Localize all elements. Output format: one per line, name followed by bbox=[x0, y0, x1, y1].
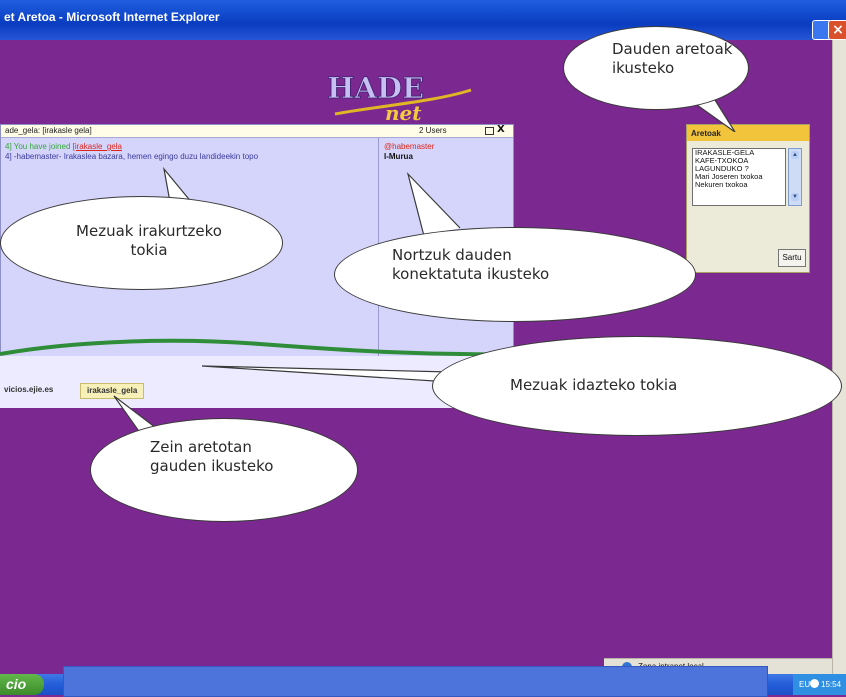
callout-text: Mezuak irakurtzeko tokia bbox=[64, 222, 234, 260]
callout-text: Zein aretotan gauden ikusteko bbox=[150, 438, 273, 476]
chat-close-icon[interactable]: X bbox=[497, 124, 505, 135]
chat-message: 4] -habemaster- Irakaslea bazara, hemen … bbox=[5, 152, 259, 161]
callout-line: Nortzuk dauden bbox=[392, 246, 512, 264]
system-tray: EU 15:54 bbox=[793, 674, 846, 695]
callout-line: ikusteko bbox=[612, 59, 675, 77]
callout-line: Zein aretotan bbox=[150, 438, 252, 456]
callout-line: konektatuta ikusteko bbox=[392, 265, 550, 283]
minimize-icon[interactable] bbox=[485, 127, 494, 135]
start-button[interactable]: cio bbox=[0, 674, 44, 695]
enter-room-button[interactable]: Sartu bbox=[778, 249, 806, 267]
hade-net-logo: HADE net bbox=[327, 71, 472, 125]
window-title: et Aretoa - Microsoft Internet Explorer bbox=[4, 10, 220, 24]
language-indicator[interactable]: EU bbox=[799, 680, 810, 689]
callout-text: Nortzuk dauden konektatuta ikusteko bbox=[392, 246, 549, 284]
chat-title: ade_gela: [irakasle gela] bbox=[5, 126, 92, 135]
callout-line: Dauden aretoak bbox=[612, 40, 733, 58]
callout-text: Mezuak idazteko tokia bbox=[510, 376, 677, 395]
message-text: 4] You have joined bbox=[5, 142, 73, 151]
logo-hade-text: HADE bbox=[327, 71, 424, 105]
clock[interactable]: 15:54 bbox=[821, 680, 841, 689]
rooms-scrollbar[interactable]: ▲ ▼ bbox=[788, 148, 802, 206]
volume-icon[interactable] bbox=[810, 679, 819, 688]
callout-line: Mezuak irakurtzeko bbox=[76, 222, 222, 240]
user-list-item[interactable]: @habemaster bbox=[384, 142, 434, 151]
chat-header: ade_gela: [irakasle gela] 2 Users X bbox=[1, 124, 513, 138]
callout-text: Dauden aretoak ikusteko bbox=[612, 40, 732, 78]
tab-server[interactable]: vicios.ejie.es bbox=[4, 385, 53, 401]
callout-line: gauden ikusteko bbox=[150, 457, 274, 475]
start-label: cio bbox=[6, 676, 27, 692]
rooms-listbox[interactable]: IRAKASLE-GELA KAFE-TXOKOA LAGUNDUKO ? Ma… bbox=[692, 148, 786, 206]
user-list-item[interactable]: I-Murua bbox=[384, 152, 413, 161]
callout-line: Mezuak idazteko tokia bbox=[510, 376, 678, 394]
taskbar-window-item[interactable] bbox=[63, 666, 768, 697]
close-button[interactable]: × bbox=[828, 20, 846, 40]
logo-net-text: net bbox=[385, 101, 422, 125]
taskbar: cio EU 15:54 bbox=[0, 666, 846, 697]
room-link[interactable]: [irakasle_gela bbox=[73, 142, 122, 151]
users-count: 2 Users bbox=[419, 126, 447, 135]
chat-message: 4] You have joined [irakasle_gela bbox=[5, 142, 122, 151]
callout-line: tokia bbox=[130, 241, 168, 259]
scroll-down-icon[interactable]: ▼ bbox=[791, 193, 799, 201]
callout-tail bbox=[201, 365, 451, 383]
vertical-scrollbar[interactable] bbox=[832, 40, 846, 674]
scroll-up-icon[interactable]: ▲ bbox=[791, 151, 799, 159]
rooms-panel: Aretoak IRAKASLE-GELA KAFE-TXOKOA LAGUND… bbox=[686, 124, 810, 273]
room-item[interactable]: Nekuren txokoa bbox=[693, 181, 785, 189]
